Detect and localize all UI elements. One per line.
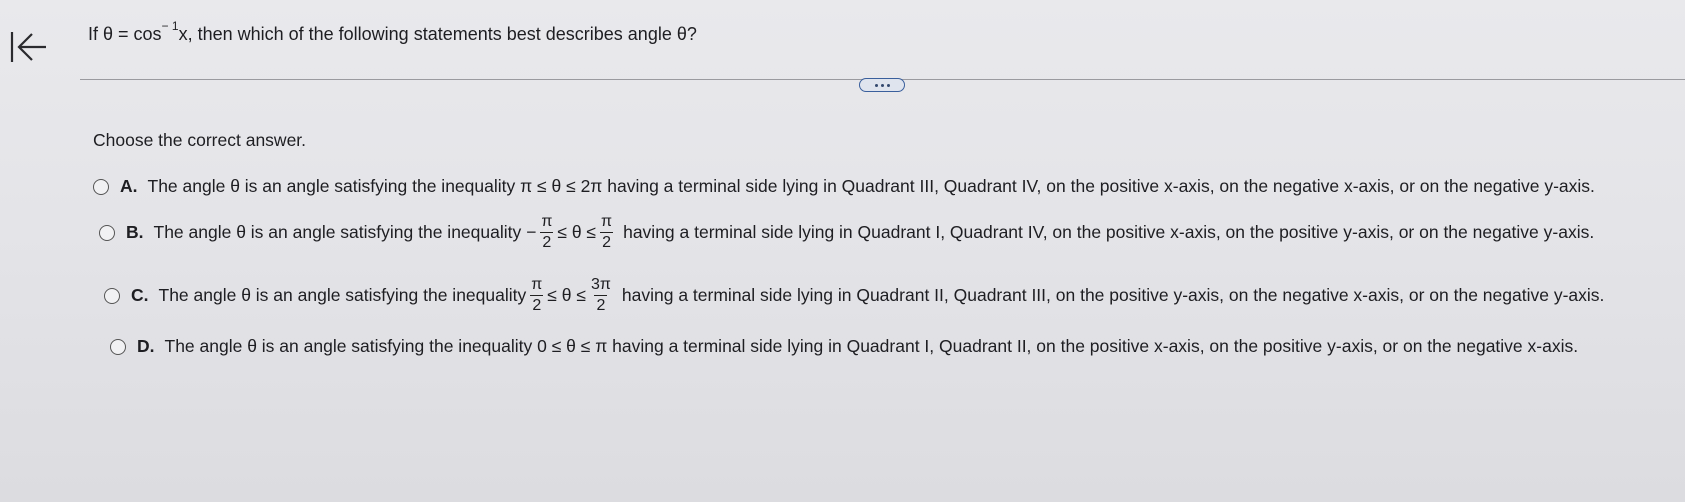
option-letter: B.: [126, 222, 144, 242]
question-rest: x, then which of the following statement…: [178, 24, 697, 44]
answer-option-c[interactable]: C. The angle θ is an angle satisfying th…: [104, 277, 1604, 314]
option-text: The angle θ is an angle satisfying the i…: [147, 176, 1595, 196]
answer-option-d[interactable]: D. The angle θ is an angle satisfying th…: [110, 336, 1578, 357]
fraction-lower-bound: π 2: [530, 276, 544, 314]
fraction-lower-bound: π 2: [540, 213, 554, 251]
option-text-continued: having a terminal side lying in Quadrant…: [621, 285, 1605, 305]
radio-button-b[interactable]: [99, 224, 115, 241]
option-text-continued: having a terminal side lying in Quadrant…: [623, 222, 1595, 242]
option-letter: C.: [131, 285, 149, 305]
inequality-symbols: ≤ θ ≤: [547, 285, 586, 305]
option-text: The angle θ is an angle satisfying the i…: [164, 336, 1579, 356]
dot-icon: [880, 83, 884, 87]
fraction-upper-bound: 3π 2: [590, 276, 611, 314]
option-letter: A.: [120, 176, 138, 196]
option-text: The angle θ is an angle satisfying the i…: [153, 222, 537, 242]
fraction-upper-bound: π 2: [600, 213, 614, 251]
instruction-text: Choose the correct answer.: [93, 130, 307, 150]
inverse-exponent: − 1: [161, 19, 179, 33]
radio-button-a[interactable]: [93, 178, 109, 195]
option-letter: D.: [137, 336, 155, 356]
back-to-start-button[interactable]: [8, 28, 52, 66]
inequality-symbols: ≤ θ ≤: [557, 222, 597, 242]
radio-button-d[interactable]: [110, 338, 126, 355]
answer-option-b[interactable]: B. The angle θ is an angle satisfying th…: [99, 214, 1594, 251]
question-lead: If θ = cos: [88, 24, 162, 44]
question-text: If θ = cos− 1x, then which of the follow…: [88, 19, 697, 45]
answer-option-a[interactable]: A. The angle θ is an angle satisfying th…: [93, 176, 1595, 197]
expand-more-button[interactable]: [859, 78, 905, 92]
back-arrow-bar-icon: [10, 32, 46, 62]
option-text: The angle θ is an angle satisfying the i…: [158, 285, 527, 305]
dot-icon: [886, 83, 890, 87]
radio-button-c[interactable]: [104, 287, 120, 304]
dot-icon: [874, 83, 878, 87]
